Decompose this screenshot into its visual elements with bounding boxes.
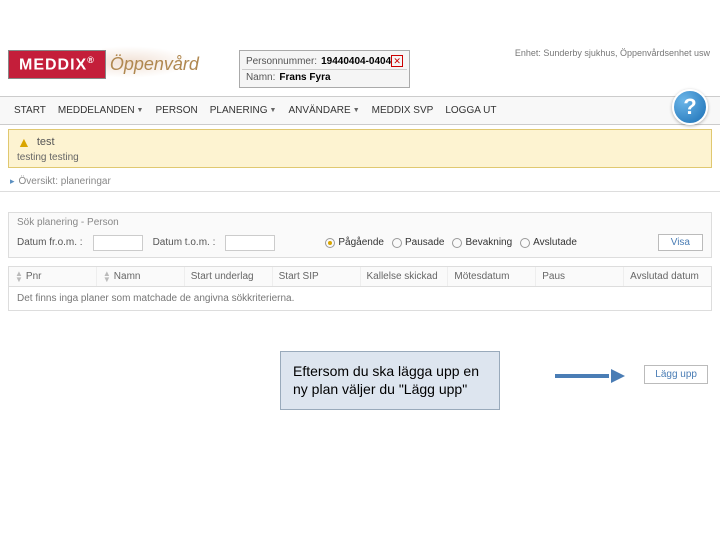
- date-from-input[interactable]: [93, 235, 143, 251]
- nav-meddix-svp[interactable]: MEDDIX SVP: [366, 101, 440, 120]
- table-header: ▲▼Pnr ▲▼Namn Start underlag Start SIP Ka…: [9, 267, 711, 287]
- col-motesdatum[interactable]: Mötesdatum: [448, 267, 536, 286]
- chevron-down-icon: ▼: [137, 107, 144, 114]
- personnummer-value: 19440404-0404: [321, 56, 391, 67]
- radio-icon: [452, 238, 462, 248]
- nav-planering[interactable]: PLANERING▼: [204, 101, 283, 120]
- unit-info: Enhet: Sunderby sjukhus, Öppenvårdsenhet…: [515, 48, 710, 58]
- nav-logga-ut[interactable]: LOGGA UT: [439, 101, 502, 120]
- col-paus[interactable]: Paus: [536, 267, 624, 286]
- col-start-underlag[interactable]: Start underlag: [185, 267, 273, 286]
- nav-start[interactable]: START: [8, 101, 52, 120]
- logo-subtitle: Öppenvård: [110, 54, 199, 75]
- empty-message: Det finns inga planer som matchade de an…: [9, 287, 711, 310]
- date-from-label: Datum fr.o.m. :: [17, 237, 83, 248]
- col-start-sip[interactable]: Start SIP: [273, 267, 361, 286]
- personnummer-label: Personnummer:: [246, 56, 317, 67]
- radio-icon: [392, 238, 402, 248]
- notice-banner: ▲ test testing testing: [8, 129, 712, 168]
- logo: MEDDIX® Öppenvård: [8, 50, 199, 79]
- radio-pagaende[interactable]: Pågående: [325, 237, 384, 248]
- lagg-upp-button[interactable]: Lägg upp: [644, 365, 708, 384]
- radio-avslutade[interactable]: Avslutade: [520, 237, 577, 248]
- radio-pausade[interactable]: Pausade: [392, 237, 444, 248]
- col-namn[interactable]: ▲▼Namn: [97, 267, 185, 286]
- search-panel: Sök planering - Person Datum fr.o.m. : D…: [8, 212, 712, 258]
- notice-body: testing testing: [17, 152, 703, 163]
- radio-icon: [325, 238, 335, 248]
- chevron-right-icon: ▸: [10, 176, 15, 187]
- visa-button[interactable]: Visa: [658, 234, 703, 251]
- chevron-down-icon: ▼: [353, 107, 360, 114]
- nav-person[interactable]: PERSON: [149, 101, 203, 120]
- nav-anvandare[interactable]: ANVÄNDARE▼: [282, 101, 365, 120]
- warning-icon: ▲: [17, 134, 31, 150]
- help-button[interactable]: ?: [672, 89, 708, 125]
- col-kallelse[interactable]: Kallelse skickad: [361, 267, 449, 286]
- breadcrumb: ▸ Översikt: planeringar: [0, 172, 720, 192]
- notice-title: test: [37, 136, 55, 148]
- search-title: Sök planering - Person: [17, 217, 703, 228]
- close-icon[interactable]: ✕: [391, 55, 403, 67]
- namn-value: Frans Fyra: [279, 72, 403, 83]
- sort-icon: ▲▼: [15, 271, 23, 282]
- person-box: Personnummer: 19440404-0404 ✕ Namn: Fran…: [239, 50, 410, 88]
- chevron-down-icon: ▼: [270, 107, 277, 114]
- main-nav: START MEDDELANDEN▼ PERSON PLANERING▼ ANV…: [0, 96, 720, 125]
- date-to-input[interactable]: [225, 235, 275, 251]
- sort-icon: ▲▼: [103, 271, 111, 282]
- radio-bevakning[interactable]: Bevakning: [452, 237, 512, 248]
- namn-label: Namn:: [246, 72, 275, 83]
- date-to-label: Datum t.o.m. :: [153, 237, 216, 248]
- nav-meddelanden[interactable]: MEDDELANDEN▼: [52, 101, 150, 120]
- logo-text: MEDDIX®: [8, 50, 106, 79]
- radio-icon: [520, 238, 530, 248]
- col-avslutad[interactable]: Avslutad datum: [624, 267, 711, 286]
- results-table: ▲▼Pnr ▲▼Namn Start underlag Start SIP Ka…: [8, 266, 712, 311]
- footer-region: Eftersom du ska lägga upp en ny plan väl…: [0, 351, 720, 431]
- breadcrumb-text: Översikt: planeringar: [19, 176, 111, 187]
- status-radio-group: Pågående Pausade Bevakning Avslutade: [325, 237, 577, 248]
- arrow-icon: [555, 369, 625, 383]
- instruction-callout: Eftersom du ska lägga upp en ny plan väl…: [280, 351, 500, 409]
- col-pnr[interactable]: ▲▼Pnr: [9, 267, 97, 286]
